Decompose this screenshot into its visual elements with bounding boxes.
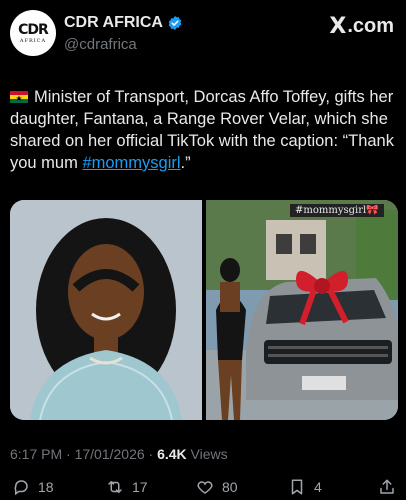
name-row: CDR AFRICA [64, 14, 183, 32]
x-logo-text: .com [347, 15, 394, 37]
repost-icon [108, 481, 122, 493]
reply-icon [14, 480, 28, 496]
like-count: 80 [222, 479, 238, 495]
repost-count: 17 [132, 479, 148, 495]
repost-button[interactable]: 17 [106, 478, 148, 496]
reply-count: 18 [38, 479, 54, 495]
tweet-meta: 6:17 PM · 17/01/2026 · 6.4K Views [10, 446, 228, 462]
portrait-illustration [10, 200, 202, 420]
hashtag-link[interactable]: #mommysgirl [82, 154, 180, 172]
tweet-header: CDR AFRICA CDR AFRICA @cdrafrica X .com [0, 0, 406, 72]
avatar[interactable]: CDR AFRICA [10, 10, 56, 56]
bookmark-button[interactable]: 4 [288, 478, 322, 496]
tweet-text-end: .” [180, 154, 191, 172]
heart-icon [197, 481, 213, 494]
share-icon [380, 479, 394, 494]
bookmark-icon [291, 479, 303, 495]
x-logo-icon: X [329, 14, 347, 39]
views-label: Views [186, 446, 228, 462]
tweet-text-main: Minister of Transport, Dorcas Affo Toffe… [10, 88, 394, 172]
action-bar: 18 17 80 4 [0, 478, 406, 500]
user-handle[interactable]: @cdrafrica [64, 36, 137, 53]
media-image-portrait[interactable] [10, 200, 202, 420]
car-gift-illustration [206, 200, 398, 420]
like-button[interactable]: 80 [196, 478, 238, 496]
views-count: 6.4K [157, 446, 187, 462]
share-button[interactable] [378, 478, 404, 496]
media-caption-overlay: #mommysgirl🎀 [290, 204, 384, 217]
bookmark-count: 4 [314, 479, 322, 495]
tweet-text: Minister of Transport, Dorcas Affo Toffe… [10, 86, 398, 174]
ghana-flag-icon [10, 87, 28, 103]
timestamp[interactable]: 6:17 PM · 17/01/2026 · [10, 446, 157, 462]
display-name[interactable]: CDR AFRICA [64, 14, 163, 32]
tweet-media: #mommysgirl🎀 [10, 200, 398, 420]
avatar-logo: CDR [18, 21, 49, 38]
verified-badge-icon [168, 16, 182, 30]
media-image-car[interactable]: #mommysgirl🎀 [206, 200, 398, 420]
x-logo[interactable]: X .com [329, 14, 394, 39]
reply-button[interactable]: 18 [12, 478, 54, 496]
avatar-logo-sub: AFRICA [19, 37, 47, 44]
